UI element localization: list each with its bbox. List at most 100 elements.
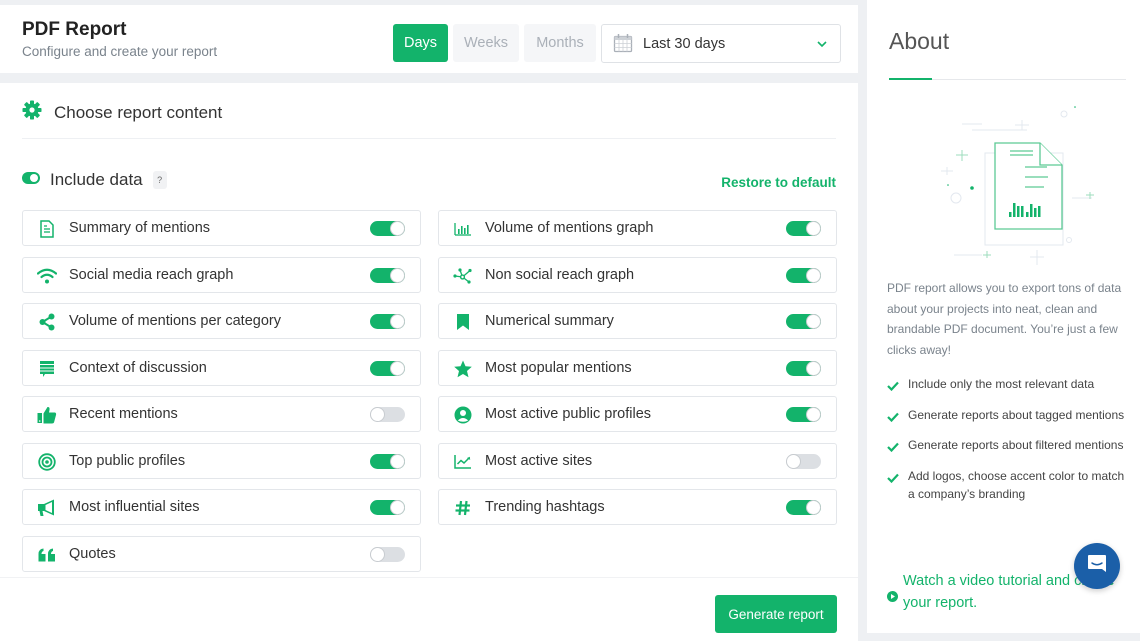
chevron-down-icon xyxy=(816,37,828,55)
help-icon[interactable]: ? xyxy=(152,171,167,189)
content-option-recent-mentions: Recent mentions xyxy=(22,396,421,432)
option-label: Quotes xyxy=(69,545,116,562)
period-days-button[interactable]: Days xyxy=(393,24,448,62)
content-option-top-public-profiles: Top public profiles xyxy=(22,442,421,479)
content-option-context-of-discussion: Context of discussion xyxy=(22,349,421,386)
content-option-most-influential-sites: Most influential sites xyxy=(22,489,421,525)
page-subtitle: Configure and create your report xyxy=(22,44,218,59)
page-title: PDF Report xyxy=(22,19,127,40)
about-tab-underline xyxy=(889,78,1126,80)
content-option-summary-of-mentions: Summary of mentions xyxy=(22,210,421,246)
report-content-panel: Choose report content Include data ? Res… xyxy=(0,83,858,641)
user-circle-icon xyxy=(453,405,473,425)
option-label: Context of discussion xyxy=(69,359,207,376)
option-label: Volume of mentions per category xyxy=(69,313,281,329)
section-title: Choose report content xyxy=(54,102,223,122)
restore-default-link[interactable]: Restore to default xyxy=(721,175,836,190)
feature-list: Include only the most relevant data Gene… xyxy=(887,375,1127,516)
date-range-select[interactable]: Last 30 days xyxy=(601,24,841,63)
option-label: Most popular mentions xyxy=(485,359,632,376)
section-header: Choose report content xyxy=(22,100,222,125)
option-label: Non social reach graph xyxy=(485,266,635,283)
option-label: Trending hashtags xyxy=(485,499,605,515)
content-option-non-social-reach-graph: Non social reach graph xyxy=(438,256,837,293)
option-label: Top public profiles xyxy=(69,452,186,469)
content-option-numerical-summary: Numerical summary xyxy=(438,303,837,339)
target-icon xyxy=(37,452,57,472)
feature-text: Generate reports about filtered mentions xyxy=(908,438,1124,452)
chat-widget-button[interactable] xyxy=(1074,543,1120,589)
option-toggle[interactable] xyxy=(370,407,405,422)
calendar-icon xyxy=(613,33,633,58)
feature-text: Add logos, choose accent color to match … xyxy=(908,468,1125,502)
period-weeks-button[interactable]: Weeks xyxy=(453,24,519,62)
about-title: About xyxy=(889,28,950,54)
content-option-volume-of-mentions-graph: Volume of mentions graph xyxy=(438,210,837,246)
option-toggle[interactable] xyxy=(370,546,405,562)
option-label: Most active public profiles xyxy=(485,406,652,422)
gear-icon xyxy=(22,100,42,125)
feature-item: Generate reports about filtered mentions xyxy=(887,436,1127,455)
option-toggle[interactable] xyxy=(786,453,821,469)
option-toggle[interactable] xyxy=(370,314,405,329)
bar-chart-icon xyxy=(453,219,473,239)
megaphone-icon xyxy=(37,498,57,518)
option-toggle[interactable] xyxy=(786,221,821,236)
content-option-most-active-sites: Most active sites xyxy=(438,442,837,479)
date-range-value: Last 30 days xyxy=(643,36,726,52)
content-option-most-active-public-profiles: Most active public profiles xyxy=(438,396,837,432)
check-icon xyxy=(887,470,899,489)
feature-item: Add logos, choose accent color to match … xyxy=(887,467,1127,504)
generate-report-button[interactable]: Generate report xyxy=(715,595,837,633)
feature-text: Include only the most relevant data xyxy=(908,377,1095,391)
option-toggle[interactable] xyxy=(786,267,821,283)
check-icon xyxy=(887,439,899,458)
check-icon xyxy=(887,378,899,397)
chat-icon xyxy=(1086,553,1108,580)
feature-item: Generate reports about tagged mentions xyxy=(887,406,1127,425)
share-icon xyxy=(37,312,57,332)
content-option-trending-hashtags: Trending hashtags xyxy=(438,489,837,525)
option-label: Most influential sites xyxy=(69,499,200,515)
option-toggle[interactable] xyxy=(786,360,821,376)
hashtag-icon xyxy=(453,498,473,518)
option-label: Recent mentions xyxy=(69,406,178,422)
about-panel: About PDF report allows you to export to… xyxy=(867,0,1140,633)
thumbs-up-icon xyxy=(37,405,57,425)
include-data-row: Include data ? xyxy=(22,170,167,190)
option-toggle[interactable] xyxy=(786,407,821,422)
check-icon xyxy=(887,409,899,428)
option-label: Numerical summary xyxy=(485,313,614,329)
include-data-toggle[interactable] xyxy=(22,171,40,189)
play-icon xyxy=(887,587,898,609)
option-toggle[interactable] xyxy=(786,500,821,515)
feature-text: Generate reports about tagged mentions xyxy=(908,407,1125,422)
content-option-social-media-reach-graph: Social media reach graph xyxy=(22,256,421,293)
divider xyxy=(22,138,836,139)
option-label: Summary of mentions xyxy=(69,220,211,236)
option-label: Volume of mentions graph xyxy=(485,220,654,236)
divider xyxy=(0,577,858,578)
pdf-report-illustration xyxy=(927,95,1097,270)
period-months-button[interactable]: Months xyxy=(524,24,596,62)
bookmark-icon xyxy=(453,312,473,332)
content-option-most-popular-mentions: Most popular mentions xyxy=(438,349,837,386)
option-toggle[interactable] xyxy=(370,267,405,283)
option-toggle[interactable] xyxy=(786,314,821,329)
line-chart-icon xyxy=(453,452,473,472)
option-label: Most active sites xyxy=(485,452,593,469)
include-data-label: Include data xyxy=(50,170,143,189)
page-header: PDF Report Configure and create your rep… xyxy=(0,5,858,73)
option-toggle[interactable] xyxy=(370,453,405,469)
option-toggle[interactable] xyxy=(370,221,405,236)
star-icon xyxy=(453,359,473,379)
network-icon xyxy=(453,266,473,286)
content-option-volume-of-mentions-per-category: Volume of mentions per category xyxy=(22,303,421,339)
content-option-quotes: Quotes xyxy=(22,535,421,572)
wifi-icon xyxy=(37,266,57,286)
about-description: PDF report allows you to export tons of … xyxy=(887,281,1122,357)
document-icon xyxy=(37,219,57,239)
quote-icon xyxy=(37,545,57,565)
option-toggle[interactable] xyxy=(370,360,405,376)
option-toggle[interactable] xyxy=(370,500,405,515)
